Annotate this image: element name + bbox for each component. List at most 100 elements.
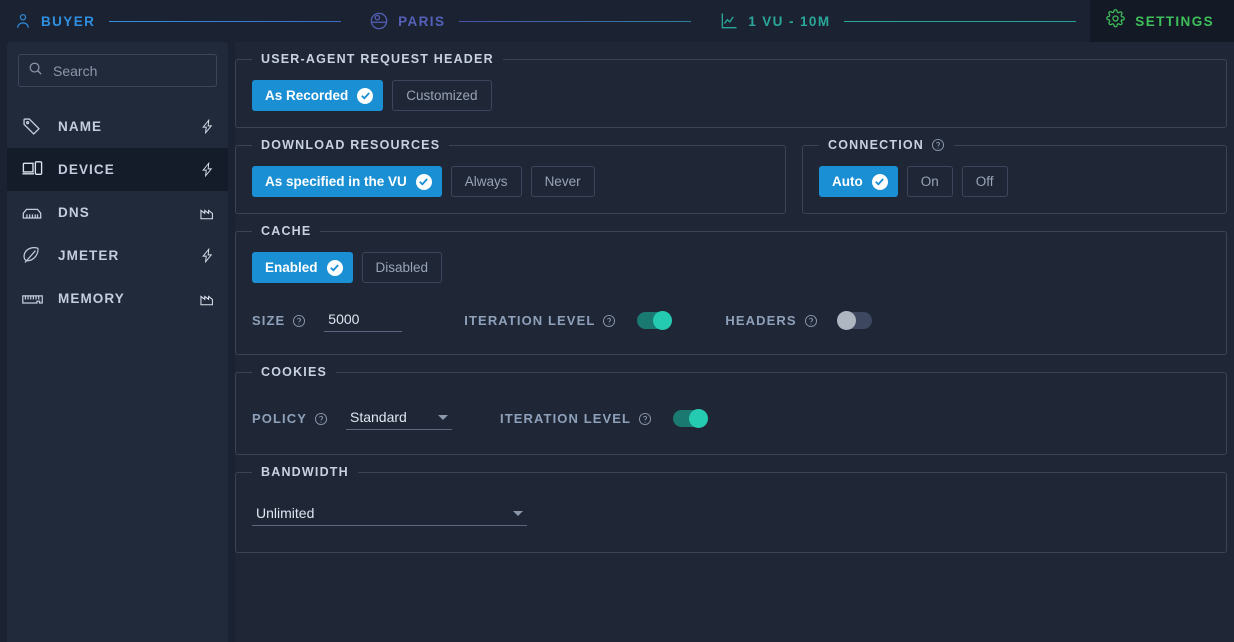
group-connection-legend: CONNECTION bbox=[819, 138, 954, 152]
group-connection-legend-text: CONNECTION bbox=[828, 138, 925, 152]
user-agent-customized-button[interactable]: Customized bbox=[392, 80, 492, 111]
sidebar-item-jmeter-label: JMETER bbox=[58, 248, 120, 263]
download-always-label: Always bbox=[464, 174, 508, 189]
toggle-knob bbox=[653, 311, 673, 330]
breadcrumb-buyer-label: BUYER bbox=[41, 13, 96, 29]
help-icon[interactable] bbox=[638, 412, 652, 426]
gear-icon bbox=[1106, 9, 1126, 33]
sidebar-item-name[interactable]: NAME bbox=[7, 105, 228, 148]
user-icon bbox=[14, 12, 32, 30]
lightning-icon bbox=[200, 119, 215, 134]
group-user-agent-legend-text: USER-AGENT REQUEST HEADER bbox=[261, 52, 494, 66]
chart-line-icon bbox=[719, 11, 739, 31]
feather-icon bbox=[21, 245, 48, 266]
lightning-icon bbox=[200, 162, 215, 177]
cookies-policy-label: POLICY bbox=[252, 411, 307, 426]
sidebar-item-device[interactable]: DEVICE bbox=[7, 148, 228, 191]
check-icon bbox=[357, 87, 374, 104]
sidebar-item-dns[interactable]: DNS bbox=[7, 191, 228, 234]
download-as-specified-label: As specified in the VU bbox=[265, 174, 407, 189]
group-cookies-legend-text: COOKIES bbox=[261, 365, 328, 379]
cookies-policy-value: Standard bbox=[350, 409, 407, 425]
toggle-knob bbox=[836, 311, 856, 330]
row-download-connection: DOWNLOAD RESOURCES As specified in the V… bbox=[235, 138, 1227, 224]
bandwidth-select[interactable]: Unlimited bbox=[252, 503, 527, 526]
download-resources-options: As specified in the VU Always Never bbox=[252, 166, 769, 197]
bandwidth-value: Unlimited bbox=[256, 505, 315, 521]
cache-fields-row: SIZE 5000 ITERATION LEVEL HEADERS bbox=[252, 309, 1210, 332]
user-agent-as-recorded-label: As Recorded bbox=[265, 88, 349, 103]
help-icon[interactable] bbox=[292, 314, 306, 328]
cookies-policy-label-wrap: POLICY bbox=[252, 411, 328, 426]
cache-iteration-toggle[interactable] bbox=[637, 311, 673, 330]
cache-size-input[interactable]: 5000 bbox=[324, 309, 403, 332]
group-user-agent: USER-AGENT REQUEST HEADER As Recorded Cu… bbox=[235, 52, 1227, 128]
cache-headers-label-wrap: HEADERS bbox=[725, 313, 817, 328]
cache-disabled-label: Disabled bbox=[375, 260, 429, 275]
cache-enabled-button[interactable]: Enabled bbox=[252, 252, 353, 283]
factory-icon bbox=[199, 292, 215, 306]
settings-panel: USER-AGENT REQUEST HEADER As Recorded Cu… bbox=[235, 42, 1234, 642]
download-never-label: Never bbox=[544, 174, 581, 189]
group-cache: CACHE Enabled Disabled SIZE 5000 ITERATI… bbox=[235, 224, 1227, 355]
breadcrumb-buyer[interactable]: BUYER bbox=[0, 0, 95, 42]
chevron-down-icon bbox=[438, 414, 448, 420]
help-icon[interactable] bbox=[602, 314, 616, 328]
cache-disabled-button[interactable]: Disabled bbox=[361, 252, 443, 283]
globe-icon bbox=[369, 11, 389, 31]
group-download-resources: DOWNLOAD RESOURCES As specified in the V… bbox=[235, 138, 786, 214]
group-download-resources-legend: DOWNLOAD RESOURCES bbox=[252, 138, 449, 152]
sidebar-item-dns-label: DNS bbox=[58, 205, 90, 220]
bandwidth-row: Unlimited bbox=[252, 503, 1210, 526]
cache-headers-toggle[interactable] bbox=[836, 311, 872, 330]
search-input[interactable]: Search bbox=[18, 54, 217, 87]
connection-options: Auto On Off bbox=[819, 166, 1210, 197]
search-placeholder: Search bbox=[53, 62, 98, 79]
user-agent-as-recorded-button[interactable]: As Recorded bbox=[252, 80, 384, 111]
cookies-fields-row: POLICY Standard ITERATION LEVEL bbox=[252, 407, 1210, 430]
cache-options: Enabled Disabled bbox=[252, 252, 1210, 283]
cookies-policy-select[interactable]: Standard bbox=[346, 407, 452, 430]
sidebar-item-memory-label: MEMORY bbox=[58, 291, 125, 306]
factory-icon bbox=[199, 206, 215, 220]
chevron-down-icon bbox=[513, 510, 523, 516]
sidebar-item-memory[interactable]: MEMORY bbox=[7, 277, 228, 320]
download-as-specified-button[interactable]: As specified in the VU bbox=[252, 166, 442, 197]
breadcrumb-connector-3 bbox=[844, 20, 1077, 22]
body-wrapper: Search NAME DEVICE DNS JMETER MEMORY USE… bbox=[0, 42, 1234, 642]
connection-on-button[interactable]: On bbox=[906, 166, 953, 197]
connection-on-label: On bbox=[920, 174, 939, 189]
connection-off-button[interactable]: Off bbox=[961, 166, 1008, 197]
tag-icon bbox=[21, 116, 48, 137]
cookies-iteration-label: ITERATION LEVEL bbox=[500, 411, 632, 426]
help-icon[interactable] bbox=[314, 412, 328, 426]
topbar: BUYER PARIS 1 VU - 10M SETTINGS bbox=[0, 0, 1234, 42]
breadcrumb-vu[interactable]: 1 VU - 10M bbox=[705, 0, 830, 42]
sidebar-item-jmeter[interactable]: JMETER bbox=[7, 234, 228, 277]
cache-enabled-label: Enabled bbox=[265, 260, 318, 275]
user-agent-customized-label: Customized bbox=[406, 88, 478, 103]
cookies-iteration-toggle[interactable] bbox=[673, 409, 709, 428]
download-always-button[interactable]: Always bbox=[450, 166, 522, 197]
help-icon[interactable] bbox=[804, 314, 818, 328]
router-icon bbox=[21, 202, 48, 224]
group-bandwidth-legend-text: BANDWIDTH bbox=[261, 465, 349, 479]
cache-size-label-wrap: SIZE bbox=[252, 313, 306, 328]
breadcrumb-connector-2 bbox=[459, 20, 692, 22]
connection-auto-button[interactable]: Auto bbox=[819, 166, 898, 197]
cache-size-label: SIZE bbox=[252, 313, 286, 328]
group-connection: CONNECTION Auto On Off bbox=[802, 138, 1227, 214]
group-cookies: COOKIES POLICY Standard ITERATION LEVEL bbox=[235, 365, 1227, 455]
group-download-resources-legend-text: DOWNLOAD RESOURCES bbox=[261, 138, 441, 152]
check-icon bbox=[326, 259, 343, 276]
devices-icon bbox=[21, 158, 48, 181]
user-agent-options: As Recorded Customized bbox=[252, 80, 1210, 111]
search-icon bbox=[28, 61, 43, 81]
group-bandwidth: BANDWIDTH Unlimited bbox=[235, 465, 1227, 553]
help-icon[interactable] bbox=[931, 138, 945, 152]
breadcrumb-paris[interactable]: PARIS bbox=[355, 0, 445, 42]
lightning-icon bbox=[200, 248, 215, 263]
download-never-button[interactable]: Never bbox=[530, 166, 595, 197]
cache-iteration-label-wrap: ITERATION LEVEL bbox=[464, 313, 616, 328]
tab-settings[interactable]: SETTINGS bbox=[1090, 0, 1234, 42]
